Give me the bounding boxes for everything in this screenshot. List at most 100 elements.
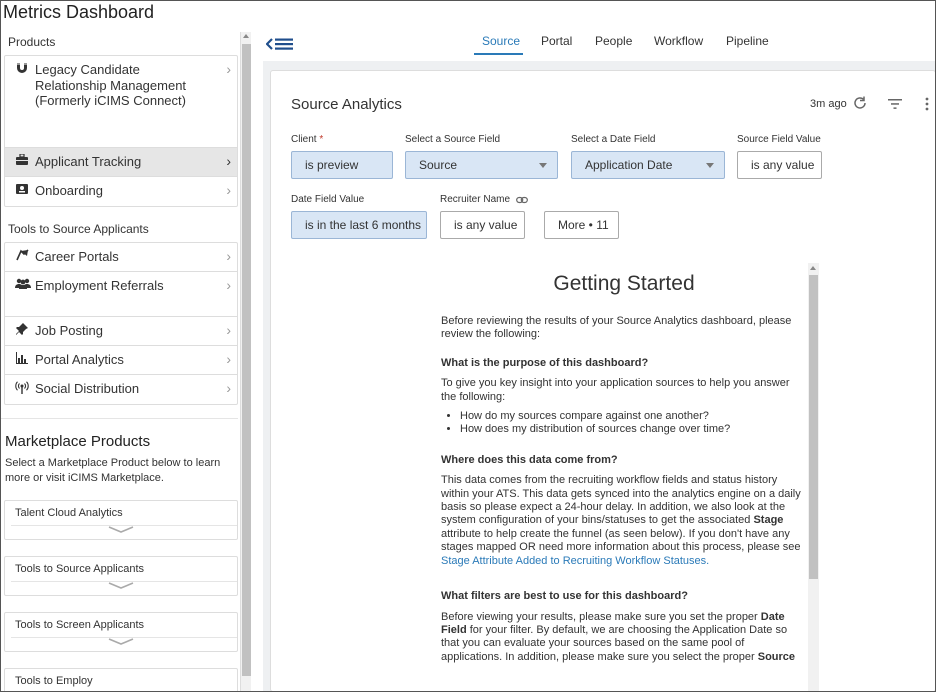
link-icon[interactable]	[516, 196, 528, 204]
magnet-icon	[15, 62, 29, 76]
active-tab-indicator	[474, 53, 523, 55]
scroll-up-icon[interactable]	[243, 34, 249, 38]
sidebar-item-employment-referrals[interactable]: Employment Referrals ›	[5, 272, 237, 317]
intro-text: Before reviewing the results of your Sou…	[441, 315, 792, 341]
marketplace-card-screen-applicants[interactable]: Tools to Screen Applicants	[4, 612, 238, 652]
chevron-right-icon: ›	[226, 277, 231, 293]
getting-started-title: Getting Started	[553, 272, 695, 295]
tab-people[interactable]: People	[595, 34, 632, 48]
sidebar-item-label: Applicant Tracking	[35, 154, 142, 169]
last-updated: 3m ago	[810, 98, 847, 110]
stage-attribute-link[interactable]: Stage Attribute Added to Recruiting Work…	[441, 555, 709, 567]
tab-source[interactable]: Source	[482, 34, 520, 48]
more-vertical-icon[interactable]	[924, 97, 930, 111]
client-filter[interactable]: is preview	[291, 151, 393, 179]
scrollbar-thumb[interactable]	[809, 275, 818, 579]
answer-bold: Stage	[753, 514, 784, 527]
people-icon	[15, 278, 31, 292]
chevron-right-icon: ›	[226, 322, 231, 338]
sidebar-divider	[0, 418, 238, 419]
sidebar-item-legacy-crm[interactable]: Legacy Candidate Relationship Management…	[5, 56, 237, 148]
scroll-up-icon[interactable]	[810, 266, 816, 270]
list-item: How does my distribution of sources chan…	[460, 423, 807, 436]
answer-text: Before viewing your results, please make…	[441, 610, 761, 623]
chevron-right-icon: ›	[226, 351, 231, 367]
question-data-source: Where does this data come from?	[441, 453, 618, 466]
app-title: Metrics Dashboard	[3, 2, 155, 22]
marketplace-card-talent-cloud[interactable]: Talent Cloud Analytics	[4, 500, 238, 540]
date-field-value-label: Date Field Value	[291, 194, 365, 205]
date-field-value-filter[interactable]: is in the last 6 months	[291, 211, 427, 239]
flag-icon	[15, 249, 29, 263]
chevron-down-icon[interactable]	[108, 637, 134, 645]
date-field-select[interactable]: Application Date	[571, 151, 725, 179]
source-field-value-label: Source Field Value	[737, 134, 821, 145]
tab-portal[interactable]: Portal	[541, 34, 572, 48]
sidebar-item-onboarding[interactable]: Onboarding ›	[5, 177, 237, 206]
tools-heading: Tools to Source Applicants	[8, 222, 149, 236]
answer-purpose: To give you key insight into your applic…	[441, 377, 790, 403]
chevron-right-icon: ›	[226, 153, 231, 169]
source-field-value-filter[interactable]: is any value	[737, 151, 822, 179]
client-label-text: Client	[291, 134, 317, 145]
answer-text: attribute to help create the funnel (as …	[441, 527, 801, 554]
getting-started-tile: Getting Started Before reviewing the res…	[440, 262, 808, 692]
tab-workflow[interactable]: Workflow	[654, 34, 703, 48]
marketplace-card-source-applicants[interactable]: Tools to Source Applicants	[4, 556, 238, 596]
sidebar-item-job-posting[interactable]: Job Posting ›	[5, 317, 237, 346]
answer-filters: Before viewing your results, please make…	[441, 611, 807, 665]
collapse-menu-icon[interactable]	[266, 36, 294, 52]
sidebar-item-career-portals[interactable]: Career Portals ›	[5, 243, 237, 272]
sidebar-item-applicant-tracking[interactable]: Applicant Tracking ›	[5, 148, 237, 177]
chevron-down-icon[interactable]	[108, 581, 134, 589]
filter-icon[interactable]	[888, 98, 902, 110]
sidebar-item-label: Legacy Candidate Relationship Management…	[35, 62, 187, 108]
marketplace-card-employ[interactable]: Tools to Employ	[4, 668, 238, 692]
marketplace-title: Marketplace Products	[5, 433, 151, 450]
broadcast-icon	[15, 381, 29, 395]
refresh-icon[interactable]	[853, 96, 867, 110]
bar-chart-icon	[15, 352, 29, 366]
sidebar-scrollbar[interactable]	[240, 32, 251, 692]
sidebar-item-label: Employment Referrals	[35, 278, 164, 293]
chevron-right-icon: ›	[226, 61, 231, 77]
tools-group: Career Portals › Employment Referrals › …	[4, 242, 238, 405]
products-heading: Products	[8, 35, 56, 49]
chevron-down-icon[interactable]	[108, 525, 134, 533]
getting-started-scrollbar[interactable]	[808, 263, 819, 692]
list-item: How do my sources compare against one an…	[460, 410, 807, 423]
source-field-label: Select a Source Field	[405, 134, 501, 145]
recruiter-name-filter[interactable]: is any value	[440, 211, 525, 239]
more-filters-button[interactable]: More • 11	[544, 211, 619, 239]
source-field-value: Source	[419, 158, 458, 172]
getting-started-body: Before reviewing the results of your Sou…	[441, 315, 807, 677]
sidebar-item-label: Social Distribution	[35, 381, 140, 396]
sidebar-item-label: Onboarding	[35, 183, 103, 198]
dropdown-arrow-icon	[706, 163, 714, 168]
chevron-right-icon: ›	[226, 182, 231, 198]
chevron-right-icon: ›	[226, 380, 231, 396]
marketplace-card-label: Tools to Employ	[15, 675, 93, 687]
answer-data-source: This data comes from the recruiting work…	[441, 474, 807, 568]
sidebar-item-social-distribution[interactable]: Social Distribution ›	[5, 375, 237, 404]
source-field-select[interactable]: Source	[405, 151, 558, 179]
chevron-right-icon: ›	[226, 248, 231, 264]
answer-bold: Source	[757, 650, 796, 663]
marketplace-card-label: Talent Cloud Analytics	[15, 507, 123, 519]
dropdown-arrow-icon	[539, 163, 547, 168]
purpose-bullets: How do my sources compare against one an…	[460, 410, 807, 437]
panel-title: Source Analytics	[291, 96, 402, 113]
date-field-label: Select a Date Field	[571, 134, 656, 145]
sidebar-item-label: Career Portals	[35, 249, 119, 264]
question-purpose: What is the purpose of this dashboard?	[441, 356, 649, 369]
products-group: Legacy Candidate Relationship Management…	[4, 55, 238, 207]
tab-pipeline[interactable]: Pipeline	[726, 34, 769, 48]
client-filter-label: Client *	[291, 134, 323, 145]
sidebar-item-label: Portal Analytics	[35, 352, 124, 367]
marketplace-description: Select a Marketplace Product below to le…	[5, 457, 221, 484]
marketplace-card-label: Tools to Source Applicants	[15, 563, 145, 575]
scrollbar-thumb[interactable]	[242, 44, 251, 676]
marketplace-card-label: Tools to Screen Applicants	[15, 619, 145, 631]
briefcase-icon	[15, 153, 29, 168]
sidebar-item-portal-analytics[interactable]: Portal Analytics ›	[5, 346, 237, 375]
